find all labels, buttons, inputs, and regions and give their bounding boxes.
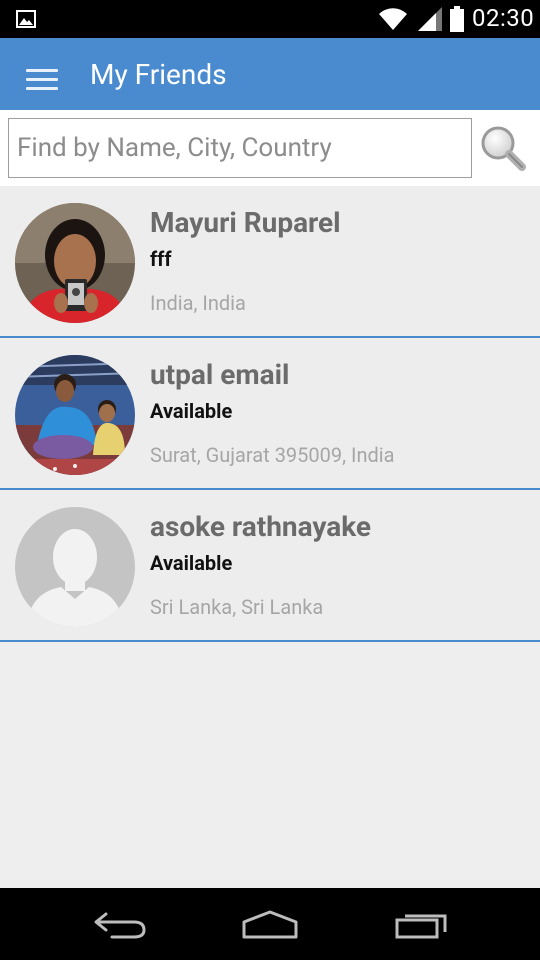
friend-location: India, India [150, 291, 246, 315]
friend-location: Sri Lanka, Sri Lanka [150, 595, 324, 619]
battery-icon [449, 6, 465, 36]
friend-status: Available [150, 399, 233, 423]
search-bar [0, 110, 540, 186]
hamburger-menu-icon[interactable] [26, 69, 58, 91]
magnifier-search-icon[interactable] [478, 124, 528, 174]
back-icon[interactable] [92, 910, 148, 944]
navigation-bar [0, 888, 540, 960]
avatar [15, 203, 135, 323]
avatar [15, 355, 135, 475]
friend-list-item[interactable]: Mayuri Ruparel fff India, India [0, 186, 540, 338]
home-icon[interactable] [240, 910, 300, 944]
page-title: My Friends [90, 58, 227, 91]
signal-icon [418, 7, 442, 35]
friend-name: asoke rathnayake [150, 510, 372, 543]
status-bar: 02:30 [0, 0, 540, 38]
search-input[interactable] [8, 118, 472, 178]
app-bar: My Friends [0, 38, 540, 110]
friend-name: utpal email [150, 358, 290, 391]
friend-list-item[interactable]: utpal email Available Surat, Gujarat 395… [0, 338, 540, 490]
avatar [15, 507, 135, 627]
recent-apps-icon[interactable] [394, 910, 450, 944]
friend-status: Available [150, 551, 233, 575]
friend-list-item[interactable]: asoke rathnayake Available Sri Lanka, Sr… [0, 490, 540, 642]
friend-status: fff [150, 247, 172, 271]
friend-name: Mayuri Ruparel [150, 206, 341, 239]
screen: 02:30 My Friends Find by Name, City, Cou… [0, 0, 540, 960]
clock: 02:30 [472, 4, 535, 32]
friend-location: Surat, Gujarat 395009, India [150, 443, 395, 467]
wifi-icon [378, 7, 408, 35]
gallery-icon [16, 10, 36, 32]
